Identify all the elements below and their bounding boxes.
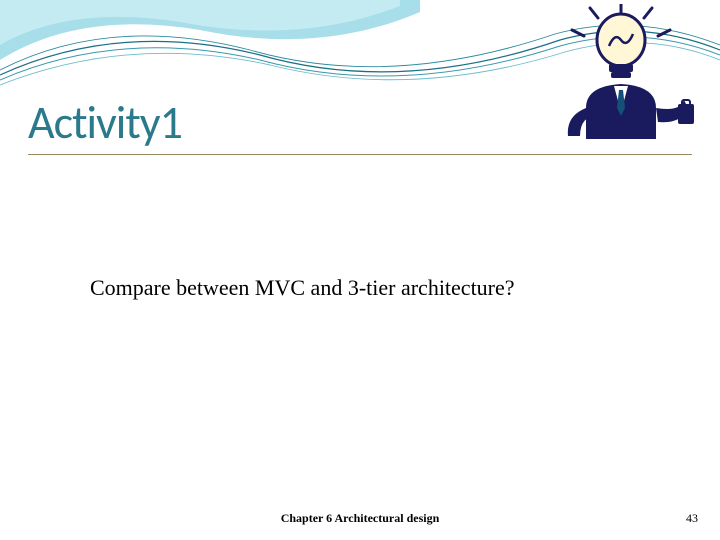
slide-title: Activity1	[28, 95, 182, 151]
title-underline	[28, 154, 692, 155]
page-number: 43	[686, 511, 698, 526]
footer-chapter: Chapter 6 Architectural design	[0, 511, 720, 526]
idea-person-icon	[546, 4, 696, 139]
body-text: Compare between MVC and 3-tier architect…	[90, 275, 515, 301]
